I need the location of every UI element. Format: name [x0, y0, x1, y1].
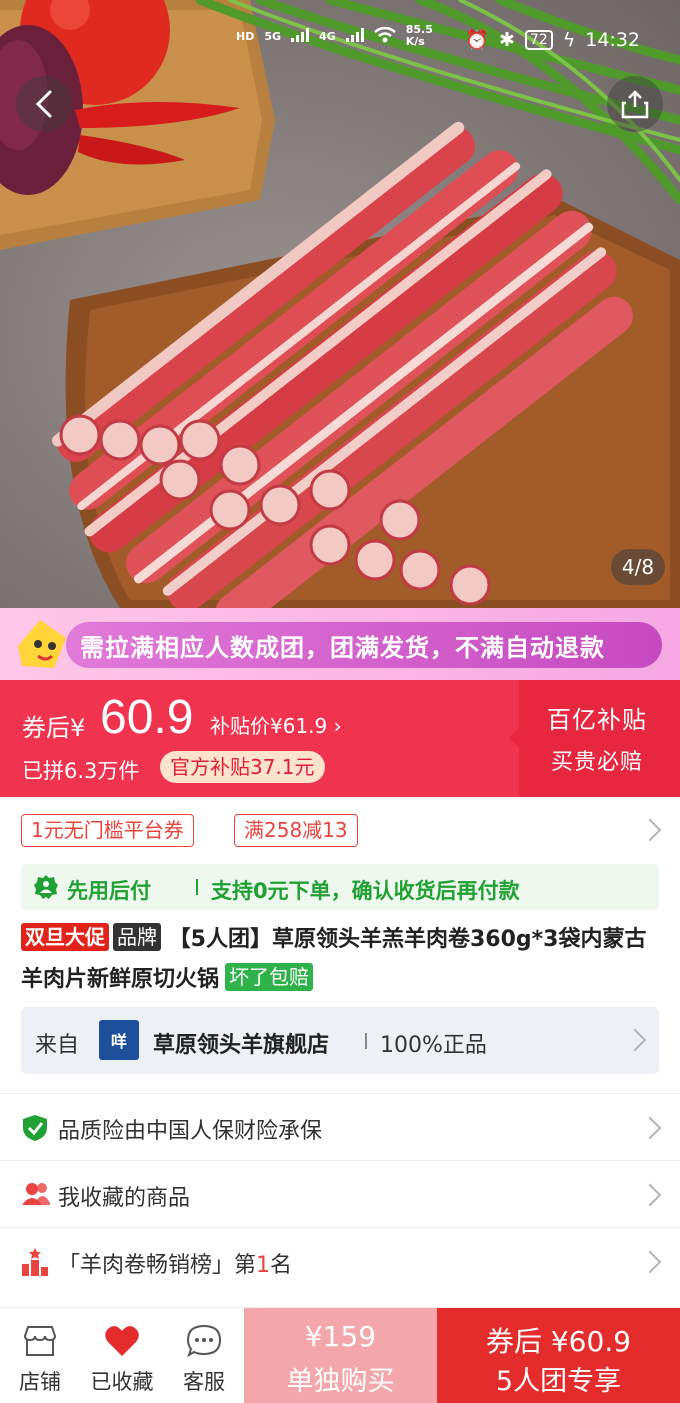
favorites-row[interactable]: 我收藏的商品	[0, 1160, 680, 1226]
shop-button[interactable]: 店铺	[0, 1308, 80, 1403]
group-rule-banner: 需拉满相应人数成团，团满发货，不满自动退款	[0, 608, 680, 680]
chevron-right-icon	[638, 1116, 662, 1140]
battery-indicator: 72	[524, 29, 553, 50]
group-label: 5人团专享	[495, 1366, 622, 1397]
subsidy-panel-subtitle: 买贵必赔	[551, 750, 644, 775]
store-name: 草原领头羊旗舰店	[153, 1033, 330, 1058]
single-price: ¥159	[304, 1320, 377, 1353]
subsidy-panel[interactable]: 百亿补贴 买贵必赔	[509, 680, 680, 797]
share-button[interactable]	[607, 76, 663, 132]
ranking-label: 「羊肉卷畅销榜」第1名	[58, 1253, 293, 1278]
single-label: 单独购买	[286, 1366, 395, 1397]
coupon-badge[interactable]: 满258减13	[234, 814, 358, 847]
customer-service-button[interactable]: 客服	[164, 1308, 244, 1403]
5g-label: 5G	[264, 29, 282, 43]
insurance-row[interactable]: 品质险由中国人保财险承保	[0, 1093, 680, 1159]
store-row[interactable]: 来自 咩 草原领头羊旗舰店 100%正品	[21, 1007, 659, 1074]
charging-icon: ϟ	[562, 28, 576, 51]
chevron-right-icon	[638, 1250, 662, 1274]
product-photo	[0, 0, 680, 608]
chevron-right-icon	[638, 1183, 662, 1207]
coupon-row[interactable]: 1元无门槛平台券 满258减13	[0, 797, 680, 863]
chevron-right-icon	[638, 818, 662, 842]
subsidy-price-link[interactable]: 补贴价¥61.9 ›	[210, 710, 342, 739]
pay-later-icon	[34, 875, 58, 899]
system-indicators: ⏰ ✱ 72 ϟ 14:32	[465, 28, 640, 52]
chevron-right-icon	[623, 1028, 647, 1052]
favorited-label: 已收藏	[90, 1370, 154, 1394]
promo-tag: 双旦大促	[21, 923, 109, 951]
product-image-carousel[interactable]: HD 5G 4G 85.5 K/s ⏰ ✱ 72 ϟ 14:32 4/8	[0, 0, 680, 608]
brand-tag: 品牌	[113, 923, 161, 951]
service-label: 客服	[183, 1370, 225, 1394]
sold-count: 已拼6.3万件	[22, 759, 140, 783]
after-coupon-label: 券后¥	[22, 714, 86, 742]
group-rule-text: 需拉满相应人数成团，团满发货，不满自动退款	[80, 634, 605, 662]
clock: 14:32	[585, 28, 640, 51]
coupon-badge[interactable]: 1元无门槛平台券	[21, 814, 194, 847]
image-counter: 4/8	[611, 549, 665, 585]
store-from-label: 来自	[35, 1033, 80, 1058]
subsidy-panel-title: 百亿补贴	[547, 706, 647, 734]
official-subsidy-badge: 官方补贴37.1元	[160, 751, 325, 783]
authentic-label: 100%正品	[380, 1033, 487, 1058]
mascot-icon	[18, 620, 66, 668]
favorites-label: 我收藏的商品	[58, 1186, 191, 1211]
network-speed-unit: K/s	[405, 35, 425, 48]
back-button[interactable]	[16, 76, 72, 132]
ranking-icon	[22, 1248, 48, 1276]
favorite-button[interactable]: 已收藏	[82, 1308, 162, 1403]
pay-later-desc: 支持0元下单，确认收货后再付款	[211, 879, 520, 903]
buy-alone-button[interactable]: ¥159 单独购买	[244, 1308, 437, 1403]
product-title: 双旦大促 品牌 【5人团】草原领头羊羔羊肉卷360g*3袋内蒙古羊肉片新鲜原切火锅…	[21, 920, 661, 1000]
hd-label: HD	[236, 29, 255, 43]
chevron-left-icon	[35, 90, 52, 118]
share-icon	[621, 90, 649, 119]
heart-icon	[105, 1326, 139, 1356]
shop-label: 店铺	[19, 1370, 61, 1394]
status-bar: HD 5G 4G 85.5 K/s ⏰ ✱ 72 ϟ 14:32	[0, 22, 680, 58]
signal-icon	[345, 27, 364, 45]
group-buy-button[interactable]: 券后 ¥60.9 5人团专享	[437, 1308, 680, 1403]
group-price: 券后 ¥60.9	[485, 1325, 632, 1358]
4g-label: 4G	[319, 29, 336, 43]
store-logo: 咩	[99, 1020, 139, 1060]
bottom-action-bar: 店铺 已收藏 客服 ¥159 单独购买 券后 ¥60.9 5人团专享	[0, 1307, 680, 1403]
signal-icon	[291, 27, 310, 45]
price-amount: 60.9	[100, 691, 194, 744]
ranking-row[interactable]: 「羊肉卷畅销榜」第1名	[0, 1227, 680, 1293]
store-icon	[23, 1326, 57, 1356]
pay-later-banner[interactable]: 先用后付 支持0元下单，确认收货后再付款	[21, 864, 659, 910]
chat-icon	[186, 1324, 222, 1358]
insurance-label: 品质险由中国人保财险承保	[58, 1119, 323, 1144]
bluetooth-icon: ✱	[498, 28, 515, 51]
shield-check-icon	[23, 1115, 47, 1141]
pay-later-title: 先用后付	[67, 879, 151, 903]
network-indicators: HD 5G 4G 85.5 K/s	[236, 24, 433, 48]
users-icon	[22, 1183, 50, 1205]
price-bar: 券后¥ 60.9 补贴价¥61.9 › 已拼6.3万件 官方补贴37.1元 百亿…	[0, 680, 680, 797]
alarm-icon: ⏰	[465, 29, 489, 51]
guarantee-tag: 坏了包赔	[225, 963, 314, 991]
wifi-icon	[373, 26, 396, 46]
